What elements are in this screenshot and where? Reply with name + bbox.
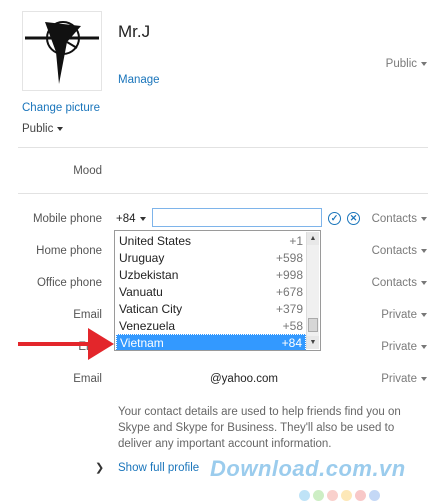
email-privacy-value: Private <box>381 309 417 321</box>
mobile-phone-privacy-dropdown[interactable]: Contacts <box>372 213 427 225</box>
chevron-down-icon <box>421 216 427 221</box>
country-option-venezuela[interactable]: Venezuela +58 <box>116 317 306 334</box>
triangle-down-icon: ▼ <box>309 339 317 346</box>
triangle-up-icon: ▲ <box>309 235 317 242</box>
divider <box>18 193 428 194</box>
country-code: +598 <box>275 250 303 265</box>
country-code-list[interactable]: United States +1 Uruguay +598 Uzbekistan +9… <box>114 230 321 351</box>
chevron-down-icon <box>421 344 427 349</box>
scroll-up-button[interactable]: ▲ <box>307 232 319 245</box>
scrollbar-thumb[interactable] <box>308 318 318 332</box>
watermark-dots <box>299 490 380 501</box>
manage-link[interactable]: Manage <box>118 74 160 86</box>
chevron-down-icon <box>421 248 427 253</box>
mobile-phone-privacy-value: Contacts <box>371 213 417 225</box>
country-code: +998 <box>275 267 303 282</box>
country-name: United States <box>119 233 192 248</box>
chevron-down-icon <box>421 312 427 317</box>
close-icon: ✕ <box>349 213 358 223</box>
country-name: Venezuela <box>119 318 176 333</box>
office-phone-label: Office phone <box>36 277 102 289</box>
scroll-down-button[interactable]: ▼ <box>307 336 319 349</box>
email-label: Email <box>73 373 102 385</box>
change-picture-link[interactable]: Change picture <box>22 102 100 114</box>
profile-name: Mr.J <box>118 22 151 41</box>
country-option-uruguay[interactable]: Uruguay +598 <box>116 249 306 266</box>
confirm-button[interactable]: ✓ <box>328 212 341 225</box>
chevron-right-icon: ❯ <box>95 462 105 474</box>
mobile-phone-input[interactable] <box>152 208 322 227</box>
show-full-profile-link[interactable]: Show full profile <box>118 462 199 474</box>
dot <box>327 490 338 501</box>
email-privacy-dropdown[interactable]: Private <box>381 309 427 321</box>
email-privacy-dropdown[interactable]: Private <box>381 373 427 385</box>
picture-privacy-dropdown[interactable]: Public <box>22 123 64 135</box>
cancel-button[interactable]: ✕ <box>347 212 360 225</box>
country-option-uzbekistan[interactable]: Uzbekistan +998 <box>116 266 306 283</box>
office-phone-privacy-dropdown[interactable]: Contacts <box>372 277 427 289</box>
office-phone-privacy-value: Contacts <box>371 277 417 289</box>
country-code: +678 <box>275 284 303 299</box>
email-privacy-value: Private <box>381 341 417 353</box>
chevron-down-icon <box>421 61 427 66</box>
picture-privacy-value: Public <box>22 123 54 135</box>
country-option-vatican-city[interactable]: Vatican City +379 <box>116 300 306 317</box>
chevron-down-icon <box>57 126 64 131</box>
country-name: Uruguay <box>119 250 165 265</box>
country-option-united-states[interactable]: United States +1 <box>116 232 306 249</box>
country-code: +84 <box>281 335 302 350</box>
email-label: Email <box>73 309 102 321</box>
country-name: Vietnam <box>120 335 164 350</box>
country-code: +379 <box>275 301 303 316</box>
country-name: Vanuatu <box>119 284 163 299</box>
dot <box>341 490 352 501</box>
profile-privacy-dropdown[interactable]: Public <box>386 58 427 70</box>
country-code: +58 <box>282 318 303 333</box>
country-option-vietnam[interactable]: Vietnam +84 <box>116 334 306 350</box>
watermark: Download.com.vn <box>210 456 406 481</box>
avatar[interactable] <box>22 11 102 91</box>
email-privacy-value: Private <box>381 373 417 385</box>
profile-privacy-value: Public <box>385 58 417 70</box>
home-phone-privacy-value: Contacts <box>371 245 417 257</box>
contact-info-text: Your contact details are used to help fr… <box>118 406 401 450</box>
dropdown-scrollbar[interactable]: ▲ ▼ <box>306 232 319 349</box>
mobile-phone-label: Mobile phone <box>32 213 102 225</box>
chevron-down-icon <box>139 216 146 221</box>
country-name: Uzbekistan <box>119 267 179 282</box>
dot <box>369 490 380 501</box>
dot <box>313 490 324 501</box>
country-code-dropdown[interactable]: +84 <box>116 213 146 225</box>
mood-label: Mood <box>73 165 102 177</box>
country-name: Vatican City <box>119 301 183 316</box>
home-phone-label: Home phone <box>36 245 102 257</box>
chevron-down-icon <box>421 376 427 381</box>
dot <box>299 490 310 501</box>
country-option-vanuatu[interactable]: Vanuatu +678 <box>116 283 306 300</box>
email-privacy-dropdown[interactable]: Private <box>381 341 427 353</box>
country-code-value: +84 <box>116 213 136 225</box>
home-phone-privacy-dropdown[interactable]: Contacts <box>372 245 427 257</box>
dot <box>355 490 366 501</box>
chevron-down-icon <box>421 280 427 285</box>
red-arrow-annotation <box>18 328 114 360</box>
divider <box>18 147 428 148</box>
country-code: +1 <box>289 233 303 248</box>
email-value[interactable]: @yahoo.com <box>210 373 278 385</box>
avatar-logo-image <box>25 21 99 84</box>
checkmark-icon: ✓ <box>330 213 339 223</box>
